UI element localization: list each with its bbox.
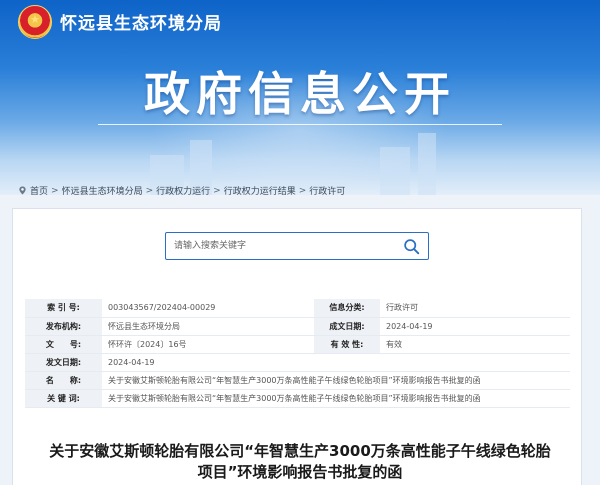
document-metadata-table: 索 引 号: 003043567/202404-00029 信息分类: 行政许可… xyxy=(25,299,570,408)
search-box xyxy=(165,232,429,260)
table-row: 名 称: 关于安徽艾斯顿轮胎有限公司“年智慧生产3000万条高性能子午线绿色轮胎… xyxy=(25,371,570,390)
banner-building xyxy=(380,147,410,195)
index-no-label: 索 引 号: xyxy=(25,299,102,318)
breadcrumb-separator: > xyxy=(51,185,59,196)
keywords-value: 关于安徽艾斯顿轮胎有限公司“年智慧生产3000万条高性能子午线绿色轮胎项目”环境… xyxy=(102,389,570,408)
keywords-label: 关 键 词: xyxy=(25,389,102,408)
created-date-label: 成文日期: xyxy=(314,317,380,336)
breadcrumb-operation-results[interactable]: 行政权力运行结果 xyxy=(224,184,296,197)
breadcrumb-separator: > xyxy=(298,185,307,196)
location-pin-icon xyxy=(19,186,26,195)
site-name[interactable]: 怀远县生态环境分局 xyxy=(60,9,222,34)
breadcrumb-admin-license[interactable]: 行政许可 xyxy=(309,184,345,197)
document-title-line: 项目”环境影响报告书批复的函 xyxy=(197,463,403,481)
name-value: 关于安徽艾斯顿轮胎有限公司“年智慧生产3000万条高性能子午线绿色轮胎项目”环境… xyxy=(102,371,570,390)
name-label: 名 称: xyxy=(25,371,102,390)
breadcrumb-home[interactable]: 首页 xyxy=(30,184,48,197)
category-value: 行政许可 xyxy=(380,299,570,318)
search-input[interactable] xyxy=(174,237,394,255)
document-title: 关于安徽艾斯顿轮胎有限公司“年智慧生产3000万条高性能子午线绿色轮胎 项目”环… xyxy=(10,441,590,483)
table-row: 关 键 词: 关于安徽艾斯顿轮胎有限公司“年智慧生产3000万条高性能子午线绿色… xyxy=(25,389,570,408)
doc-no-label: 文 号: xyxy=(25,335,102,354)
category-label: 信息分类: xyxy=(314,299,380,318)
index-no-value: 003043567/202404-00029 xyxy=(102,299,314,318)
banner-building xyxy=(418,133,436,195)
table-row: 发布机构: 怀远县生态环境分局 成文日期: 2024-04-19 xyxy=(25,317,570,336)
validity-value: 有效 xyxy=(380,335,570,354)
breadcrumb: 首页 > 怀远县生态环境分局 > 行政权力运行 > 行政权力运行结果 > 行政许… xyxy=(18,184,345,197)
breadcrumb-separator: > xyxy=(213,185,221,196)
published-date-value: 2024-04-19 xyxy=(102,353,570,372)
page-title: 政府信息公开 xyxy=(144,67,456,121)
publisher-label: 发布机构: xyxy=(25,317,102,336)
title-divider xyxy=(98,124,502,125)
table-row: 索 引 号: 003043567/202404-00029 信息分类: 行政许可 xyxy=(25,299,570,318)
breadcrumb-power-operation[interactable]: 行政权力运行 xyxy=(156,184,210,197)
breadcrumb-bureau[interactable]: 怀远县生态环境分局 xyxy=(62,184,143,197)
published-date-label: 发文日期: xyxy=(25,353,102,372)
validity-label: 有 效 性: xyxy=(314,335,380,354)
breadcrumb-separator: > xyxy=(145,185,154,196)
national-emblem-icon[interactable]: ★ xyxy=(18,5,52,39)
document-title-line: 关于安徽艾斯顿轮胎有限公司“年智慧生产3000万条高性能子午线绿色轮胎 xyxy=(49,442,551,460)
table-row: 文 号: 怀环许〔2024〕16号 有 效 性: 有效 xyxy=(25,335,570,354)
table-row: 发文日期: 2024-04-19 xyxy=(25,353,570,372)
publisher-value: 怀远县生态环境分局 xyxy=(102,317,314,336)
created-date-value: 2024-04-19 xyxy=(380,317,570,336)
header-banner: ★ 怀远县生态环境分局 政府信息公开 xyxy=(0,0,600,195)
doc-no-value: 怀环许〔2024〕16号 xyxy=(102,335,314,354)
search-icon[interactable] xyxy=(403,238,420,255)
